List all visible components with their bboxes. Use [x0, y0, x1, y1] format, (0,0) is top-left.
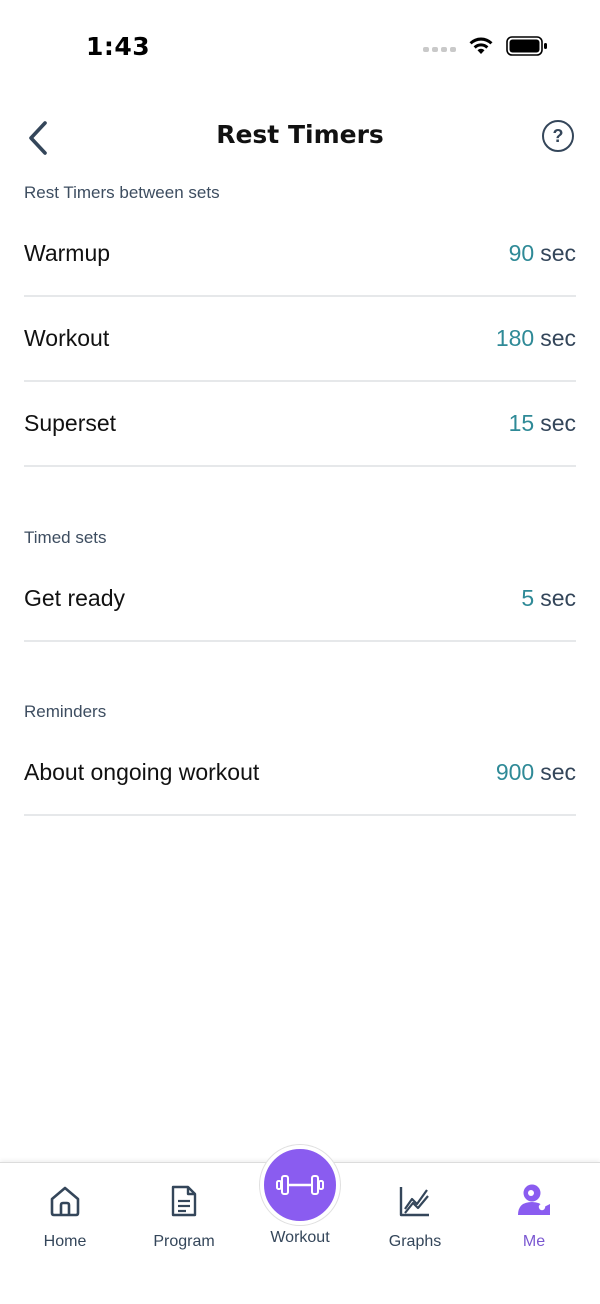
tab-home[interactable]: Home [5, 1163, 125, 1273]
tab-label: Home [43, 1233, 87, 1250]
help-button[interactable]: ? [542, 120, 574, 152]
row-value: 180 sec [495, 325, 576, 351]
tab-program[interactable]: Program [124, 1163, 244, 1273]
tab-label: Program [153, 1233, 215, 1250]
tab-label: Graphs [388, 1233, 442, 1250]
section-label-reminders: Reminders [24, 702, 107, 721]
battery-icon [506, 36, 547, 56]
user-icon [518, 1184, 550, 1215]
row-superset[interactable]: Superset 15 sec [24, 382, 576, 467]
status-time: 1:43 [86, 32, 151, 61]
row-workout[interactable]: Workout 180 sec [24, 297, 576, 382]
dumbbell-icon [276, 1175, 324, 1195]
row-value: 5 sec [521, 585, 576, 611]
row-warmup[interactable]: Warmup 90 sec [24, 212, 576, 297]
tab-label: Me [522, 1233, 546, 1250]
status-bar: 1:43 [0, 0, 600, 96]
row-label: About ongoing workout [24, 759, 260, 785]
section-label-timed-sets: Timed sets [24, 528, 107, 547]
tab-workout[interactable]: Workout [240, 1145, 360, 1247]
row-value: 15 sec [508, 410, 576, 436]
row-value: 90 sec [508, 240, 576, 266]
signal-icon [423, 46, 456, 52]
section-label-rest-timers: Rest Timers between sets [24, 183, 220, 202]
tab-bar: Home Program Workout Graphs Me [0, 1145, 600, 1304]
document-icon [171, 1185, 197, 1217]
home-icon [50, 1186, 80, 1217]
row-ongoing-workout[interactable]: About ongoing workout 900 sec [24, 731, 576, 816]
wifi-icon [469, 37, 493, 54]
header: Rest Timers ? [0, 104, 600, 170]
page-title: Rest Timers [216, 120, 384, 149]
row-value: 900 sec [495, 759, 576, 785]
help-icon: ? [552, 125, 564, 146]
row-label: Superset [24, 410, 117, 436]
tab-graphs[interactable]: Graphs [355, 1163, 475, 1273]
tab-label: Workout [270, 1229, 330, 1246]
row-get-ready[interactable]: Get ready 5 sec [24, 557, 576, 642]
status-icons [423, 36, 548, 56]
graph-icon [399, 1187, 429, 1217]
row-label: Warmup [24, 240, 111, 266]
row-label: Get ready [24, 585, 125, 611]
tab-me[interactable]: Me [474, 1163, 594, 1273]
row-label: Workout [24, 325, 110, 351]
workout-button[interactable] [260, 1145, 340, 1225]
